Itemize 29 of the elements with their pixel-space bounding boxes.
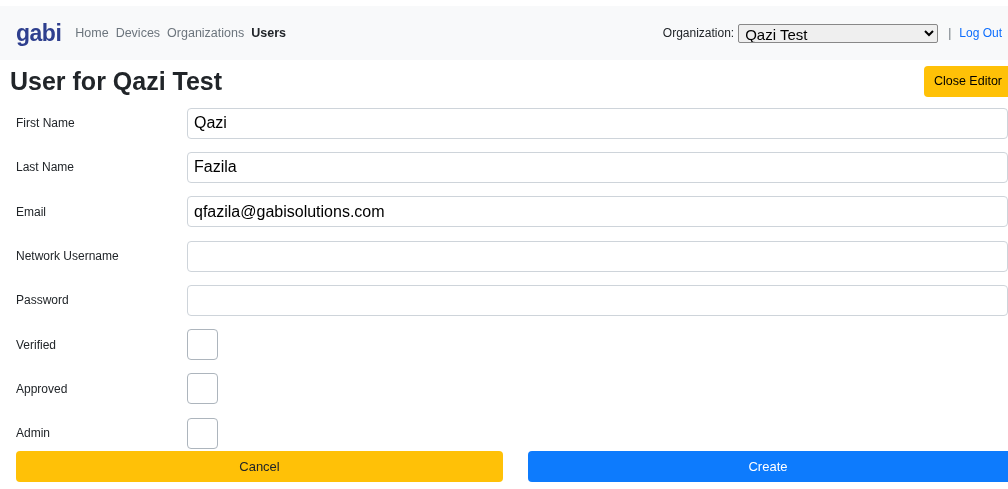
input-field[interactable] (187, 284, 1008, 316)
checkbox[interactable] (187, 329, 218, 361)
checkbox[interactable] (187, 417, 218, 449)
organization-select[interactable]: Qazi Test (738, 23, 939, 43)
field-label: Network Username (16, 248, 120, 266)
checkbox[interactable] (187, 373, 218, 405)
nav-link[interactable]: Home (75, 23, 109, 43)
create-button[interactable]: Create (528, 451, 1008, 483)
field-label: Email (16, 203, 47, 221)
field-label: First Name (16, 115, 76, 133)
field-label: Admin (16, 425, 51, 443)
brand-logo[interactable]: gabi (16, 15, 62, 51)
field-label: Verified (16, 336, 58, 354)
input-field[interactable]: Qazi (187, 107, 1008, 139)
input-field[interactable] (187, 240, 1008, 272)
field-label: Password (16, 292, 70, 310)
organization-label: Organization: (662, 25, 735, 42)
field-label: Last Name (16, 159, 76, 177)
close-editor-button[interactable]: Close Editor (923, 66, 1008, 97)
input-field[interactable]: qfazila@gabisolutions.com (187, 196, 1008, 228)
nav-link[interactable]: Devices (115, 23, 161, 43)
logout-link[interactable]: Log Out (959, 24, 1002, 42)
nav-link[interactable]: Users (251, 23, 286, 43)
separator: | (948, 25, 952, 42)
field-label: Approved (16, 380, 69, 398)
nav-link[interactable]: Organizations (167, 23, 245, 43)
input-field[interactable]: Fazila (187, 151, 1008, 183)
cancel-button[interactable]: Cancel (16, 451, 503, 483)
page-title: User for Qazi Test (10, 66, 223, 96)
